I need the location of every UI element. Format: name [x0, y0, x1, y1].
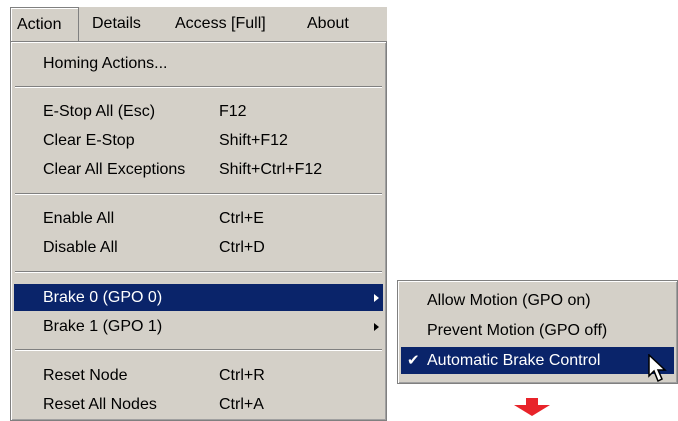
menu-details-label: Details: [92, 15, 141, 32]
menu-item-shortcut: F12: [219, 103, 247, 120]
mouse-cursor-icon: [648, 354, 667, 383]
menu-item-brake-0[interactable]: Brake 0 (GPO 0): [14, 284, 383, 311]
menu-item-estop-all[interactable]: E-Stop All (Esc) F12: [14, 98, 383, 125]
menu-about-label: About: [307, 15, 349, 32]
menu-item-label: Enable All: [43, 210, 115, 227]
action-menu: Homing Actions... E-Stop All (Esc) F12 C…: [10, 41, 387, 421]
menu-separator: [15, 271, 382, 273]
menu-item-label: Reset All Nodes: [43, 396, 157, 413]
menu-action-label: Action: [17, 16, 62, 33]
menu-item-reset-all[interactable]: Reset All Nodes Ctrl+A: [14, 391, 383, 418]
menu-access[interactable]: Access [Full]: [169, 7, 272, 41]
menu-item-label: Homing Actions...: [43, 55, 168, 72]
menu-item-brake-1[interactable]: Brake 1 (GPO 1): [14, 313, 383, 340]
menu-item-label: Brake 0 (GPO 0): [43, 289, 163, 306]
menu-item-shortcut: Shift+Ctrl+F12: [219, 161, 323, 178]
menu-action[interactable]: Action: [10, 7, 79, 41]
submenu-item-label: Allow Motion (GPO on): [427, 292, 591, 309]
menu-item-reset-node[interactable]: Reset Node Ctrl+R: [14, 362, 383, 389]
menu-item-label: Clear E-Stop: [43, 132, 135, 149]
menu-item-label: Disable All: [43, 239, 118, 256]
menu-bar: Action Details Access [Full] About: [10, 7, 387, 41]
chevron-right-icon: [374, 323, 379, 331]
submenu-item-allow-motion[interactable]: Allow Motion (GPO on): [401, 287, 674, 314]
menu-item-clear-exceptions[interactable]: Clear All Exceptions Shift+Ctrl+F12: [14, 156, 383, 183]
chevron-right-icon: [374, 294, 379, 302]
menu-item-homing[interactable]: Homing Actions...: [14, 50, 383, 77]
menu-item-disable-all[interactable]: Disable All Ctrl+D: [14, 234, 383, 261]
menu-item-shortcut: Ctrl+D: [219, 239, 265, 256]
submenu-item-auto-brake[interactable]: ✔ Automatic Brake Control: [401, 347, 674, 374]
menu-separator: [15, 86, 382, 88]
arrow-down-icon: [514, 398, 550, 416]
menu-item-shortcut: Shift+F12: [219, 132, 288, 149]
menu-item-label: Reset Node: [43, 367, 128, 384]
menu-details[interactable]: Details: [86, 7, 147, 41]
menu-item-label: Brake 1 (GPO 1): [43, 318, 163, 335]
menu-about[interactable]: About: [301, 7, 355, 41]
menu-item-shortcut: Ctrl+A: [219, 396, 264, 413]
menu-access-label: Access [Full]: [175, 15, 266, 32]
submenu-item-prevent-motion[interactable]: Prevent Motion (GPO off): [401, 317, 674, 344]
check-icon: ✔: [407, 352, 420, 369]
menu-item-clear-estop[interactable]: Clear E-Stop Shift+F12: [14, 127, 383, 154]
menu-item-label: E-Stop All (Esc): [43, 103, 156, 120]
menu-separator: [15, 193, 382, 195]
menu-item-shortcut: Ctrl+E: [219, 210, 264, 227]
brake-submenu: Allow Motion (GPO on) Prevent Motion (GP…: [397, 280, 678, 384]
menu-separator: [15, 349, 382, 351]
submenu-item-label: Automatic Brake Control: [427, 352, 601, 369]
menu-item-shortcut: Ctrl+R: [219, 367, 265, 384]
submenu-item-label: Prevent Motion (GPO off): [427, 322, 608, 339]
menu-item-enable-all[interactable]: Enable All Ctrl+E: [14, 205, 383, 232]
menu-item-label: Clear All Exceptions: [43, 161, 186, 178]
